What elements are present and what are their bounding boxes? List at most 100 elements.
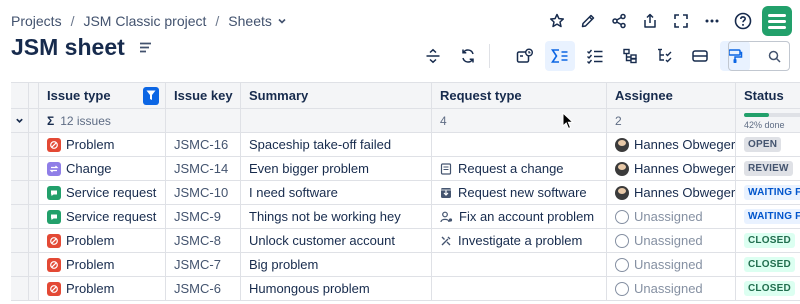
row-height-icon[interactable] xyxy=(418,41,448,71)
table-header: Issue type Issue key Summary Request typ… xyxy=(11,83,800,109)
table-row[interactable]: Problem JSMC-6 Humongous problem Unassigned… xyxy=(11,277,800,301)
table-row[interactable]: Problem JSMC-8 Unlock customer account Inve… xyxy=(11,229,800,253)
status-cell[interactable]: REVIEW xyxy=(736,157,800,180)
header-spacer xyxy=(29,83,39,108)
summary-cell[interactable]: Unlock customer account xyxy=(241,229,432,252)
request-type-cell[interactable] xyxy=(432,253,607,276)
assignee-cell[interactable]: Unassigned xyxy=(607,229,736,252)
add-filter-icon[interactable] xyxy=(510,41,540,71)
summary-cell[interactable]: I need software xyxy=(241,181,432,204)
issue-type-icon xyxy=(47,257,61,272)
column-header-label: Status xyxy=(744,88,784,103)
refresh-icon[interactable] xyxy=(453,41,483,71)
issue-type-label: Service request xyxy=(66,185,157,200)
user-gear-icon xyxy=(440,211,453,223)
group-cell xyxy=(241,109,432,132)
card-icon[interactable] xyxy=(685,41,715,71)
unassigned-user-icon xyxy=(615,233,629,248)
issue-type-cell[interactable]: Problem xyxy=(39,277,166,300)
more-icon[interactable] xyxy=(696,6,727,36)
issue-key-cell[interactable]: JSMC-8 xyxy=(166,229,241,252)
table-row[interactable]: Service request JSMC-9 Things not be worki… xyxy=(11,205,800,229)
table-row[interactable]: Problem JSMC-7 Big problem Unassigned CLOSED xyxy=(11,253,800,277)
request-type-cell[interactable]: Request a change xyxy=(432,157,607,180)
issue-type-cell[interactable]: Service request xyxy=(39,181,166,204)
status-badge: WAITING FOR xyxy=(744,209,800,224)
request-type-cell[interactable] xyxy=(432,133,607,156)
status-cell[interactable]: OPEN xyxy=(736,133,800,156)
table-row[interactable]: Service request JSMC-10 I need software Req… xyxy=(11,181,800,205)
chevron-down-icon[interactable] xyxy=(277,16,287,26)
table-row[interactable]: Change JSMC-14 Even bigger problem Request … xyxy=(11,157,800,181)
issue-key-cell[interactable]: JSMC-6 xyxy=(166,277,241,300)
breadcrumb-projects[interactable]: Projects xyxy=(11,13,62,29)
summary-cell[interactable]: Big problem xyxy=(241,253,432,276)
summary-cell[interactable]: Things not be working hey xyxy=(241,205,432,228)
summary-cell[interactable]: Humongous problem xyxy=(241,277,432,300)
status-cell[interactable]: WAITING FOR xyxy=(736,181,800,204)
request-type-cell[interactable] xyxy=(432,277,607,300)
group-request-type-count: 4 xyxy=(432,109,607,132)
assignee-cell[interactable]: Unassigned xyxy=(607,253,736,276)
column-header-status[interactable]: Status xyxy=(736,83,800,108)
assignee-label: Unassigned xyxy=(634,209,703,224)
column-header-assignee[interactable]: Assignee xyxy=(607,83,736,108)
assignee-cell[interactable]: Hannes Obweger xyxy=(607,133,736,156)
column-header-issue-type[interactable]: Issue type xyxy=(39,83,166,108)
assignee-cell[interactable]: Unassigned xyxy=(607,277,736,300)
breadcrumb-project[interactable]: JSM Classic project xyxy=(83,13,206,29)
issue-key-cell[interactable]: JSMC-7 xyxy=(166,253,241,276)
edit-pencil-icon[interactable] xyxy=(572,6,603,36)
fullscreen-icon[interactable] xyxy=(665,6,696,36)
group-collapse-icon[interactable] xyxy=(11,109,29,132)
group-count-cell: Σ 12 issues xyxy=(39,109,166,132)
issue-type-cell[interactable]: Problem xyxy=(39,253,166,276)
assignee-cell[interactable]: Hannes Obweger xyxy=(607,181,736,204)
issue-type-cell[interactable]: Change xyxy=(39,157,166,180)
issue-type-cell[interactable]: Service request xyxy=(39,205,166,228)
description-menu-icon[interactable] xyxy=(139,42,152,53)
status-cell[interactable]: WAITING FOR xyxy=(736,205,800,228)
issue-key-cell[interactable]: JSMC-16 xyxy=(166,133,241,156)
group-status-progress: 42% done xyxy=(736,109,800,132)
filter-icon[interactable] xyxy=(143,86,159,105)
assignee-cell[interactable]: Unassigned xyxy=(607,205,736,228)
summary-cell[interactable]: Even bigger problem xyxy=(241,157,432,180)
summary-cell[interactable]: Spaceship take-off failed xyxy=(241,133,432,156)
star-icon[interactable] xyxy=(541,6,572,36)
table-row[interactable]: Problem JSMC-16 Spaceship take-off failed H… xyxy=(11,133,800,157)
request-type-cell[interactable]: Investigate a problem xyxy=(432,229,607,252)
issue-key-cell[interactable]: JSMC-9 xyxy=(166,205,241,228)
column-header-summary[interactable]: Summary xyxy=(241,83,432,108)
tree-check-icon[interactable] xyxy=(650,41,680,71)
group-spacer xyxy=(29,109,39,132)
status-cell[interactable]: CLOSED xyxy=(736,229,800,252)
group-summary-row: Σ 12 issues 4 2 42% done xyxy=(11,109,800,133)
checklist-icon[interactable] xyxy=(580,41,610,71)
group-assignee-count: 2 xyxy=(607,109,736,132)
status-cell[interactable]: CLOSED xyxy=(736,277,800,300)
breadcrumb-sheets[interactable]: Sheets xyxy=(228,13,272,29)
avatar xyxy=(615,185,629,200)
share-icon[interactable] xyxy=(603,6,634,36)
app-logo[interactable] xyxy=(762,6,792,36)
column-header-request-type[interactable]: Request type xyxy=(432,83,607,108)
issue-type-cell[interactable]: Problem xyxy=(39,133,166,156)
tree-icon[interactable] xyxy=(615,41,645,71)
export-icon[interactable] xyxy=(634,6,665,36)
sum-icon[interactable] xyxy=(545,41,575,71)
issue-key-cell[interactable]: JSMC-10 xyxy=(166,181,241,204)
status-badge: WAITING FOR xyxy=(744,185,800,200)
assignee-cell[interactable]: Hannes Obweger xyxy=(607,157,736,180)
issue-type-label: Problem xyxy=(66,137,115,152)
column-header-issue-key[interactable]: Issue key xyxy=(166,83,241,108)
request-type-label: Request a change xyxy=(458,161,564,176)
search-input[interactable] xyxy=(728,41,790,71)
issue-type-cell[interactable]: Problem xyxy=(39,229,166,252)
request-type-cell[interactable]: Request new software xyxy=(432,181,607,204)
request-type-cell[interactable]: Fix an account problem xyxy=(432,205,607,228)
help-icon[interactable] xyxy=(727,6,758,36)
issue-type-label: Problem xyxy=(66,233,115,248)
status-cell[interactable]: CLOSED xyxy=(736,253,800,276)
issue-key-cell[interactable]: JSMC-14 xyxy=(166,157,241,180)
